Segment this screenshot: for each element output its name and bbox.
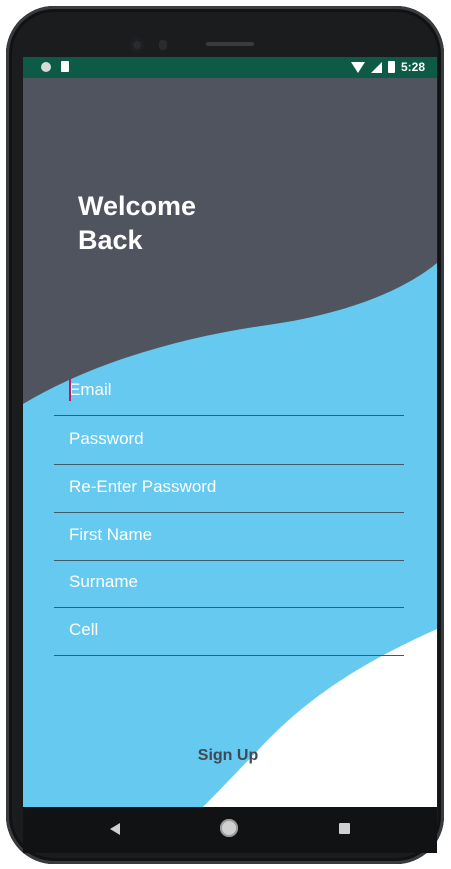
page-title: Welcome Back <box>78 189 278 257</box>
sign-up-button[interactable]: Sign Up <box>188 743 268 769</box>
status-right-icons: 5:28 <box>350 60 425 74</box>
email-field[interactable] <box>69 380 389 400</box>
proximity-sensor <box>159 40 167 50</box>
surname-field-row <box>54 560 404 608</box>
sd-card-icon <box>61 61 69 72</box>
reenter-password-field[interactable] <box>69 477 389 497</box>
android-nav-bar <box>23 807 437 853</box>
app-screen: 5:28 Welcome Back Sign Up <box>23 57 437 807</box>
surname-field[interactable] <box>69 572 389 592</box>
earpiece-speaker <box>206 42 254 46</box>
reenter-password-field-row <box>54 465 404 513</box>
password-field-row <box>54 417 404 465</box>
first-name-field-row <box>54 513 404 561</box>
home-circle-icon[interactable] <box>220 819 238 837</box>
email-field-row <box>54 368 404 416</box>
status-left-icons <box>41 61 69 72</box>
signal-icon <box>370 61 382 73</box>
recents-square-icon[interactable] <box>339 823 350 834</box>
status-time: 5:28 <box>400 60 425 74</box>
cell-field[interactable] <box>69 620 389 640</box>
cell-field-row <box>54 608 404 656</box>
wifi-icon <box>350 61 365 73</box>
title-line-2: Back <box>78 225 143 255</box>
password-field[interactable] <box>69 429 389 449</box>
title-line-1: Welcome <box>78 191 197 221</box>
front-camera <box>130 38 144 52</box>
circle-notification-icon <box>41 61 51 72</box>
text-cursor <box>69 379 71 401</box>
back-triangle-icon[interactable] <box>110 823 120 835</box>
status-bar: 5:28 <box>23 57 437 78</box>
battery-icon <box>387 61 395 73</box>
first-name-field[interactable] <box>69 525 389 545</box>
